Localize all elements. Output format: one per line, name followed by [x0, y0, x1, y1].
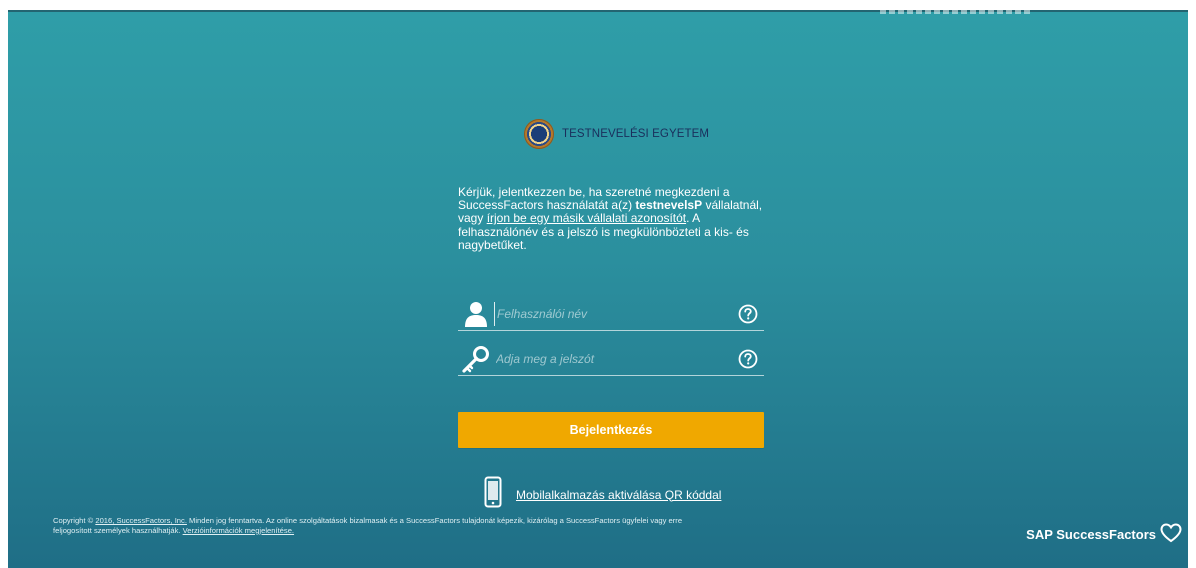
version-info-link[interactable]: Verzióinformációk megjelenítése. [183, 526, 294, 535]
phone-icon [484, 476, 502, 513]
university-seal-icon [524, 119, 554, 149]
username-help-icon[interactable] [738, 304, 758, 324]
copyright-link[interactable]: 2016, SuccessFactors, Inc. [95, 516, 187, 525]
qr-activation-link[interactable]: Mobilalkalmazás aktiválása QR kóddal [516, 488, 721, 502]
company-logo: TESTNEVELÉSI EGYETEM [524, 117, 709, 151]
top-header-remnant [880, 10, 1030, 14]
university-name: TESTNEVELÉSI EGYETEM [562, 128, 710, 140]
qr-activation: Mobilalkalmazás aktiválása QR kóddal [484, 476, 721, 513]
key-icon [458, 344, 494, 374]
login-button[interactable]: Bejelentkezés [458, 412, 764, 448]
company-id: testnevelsP [635, 198, 703, 213]
login-page: TESTNEVELÉSI EGYETEM Kérjük, jelentkezze… [8, 10, 1188, 568]
password-row [458, 343, 764, 376]
login-instructions: Kérjük, jelentkezzen be, ha szeretné meg… [458, 185, 768, 252]
copyright-prefix: Copyright © [53, 516, 94, 525]
user-icon [458, 299, 494, 329]
heart-icon [1160, 523, 1182, 546]
password-input[interactable] [494, 347, 738, 371]
other-company-link[interactable]: írjon be egy másik vállalati azonosítót [487, 211, 686, 225]
username-input[interactable] [494, 302, 738, 326]
footer-copyright: Copyright © 2016, SuccessFactors, Inc. M… [53, 516, 713, 535]
password-help-icon[interactable] [738, 349, 758, 369]
username-row [458, 298, 764, 331]
brand-name: SAP SuccessFactors [1026, 527, 1156, 542]
brand-logo: SAP SuccessFactors [1026, 523, 1182, 546]
